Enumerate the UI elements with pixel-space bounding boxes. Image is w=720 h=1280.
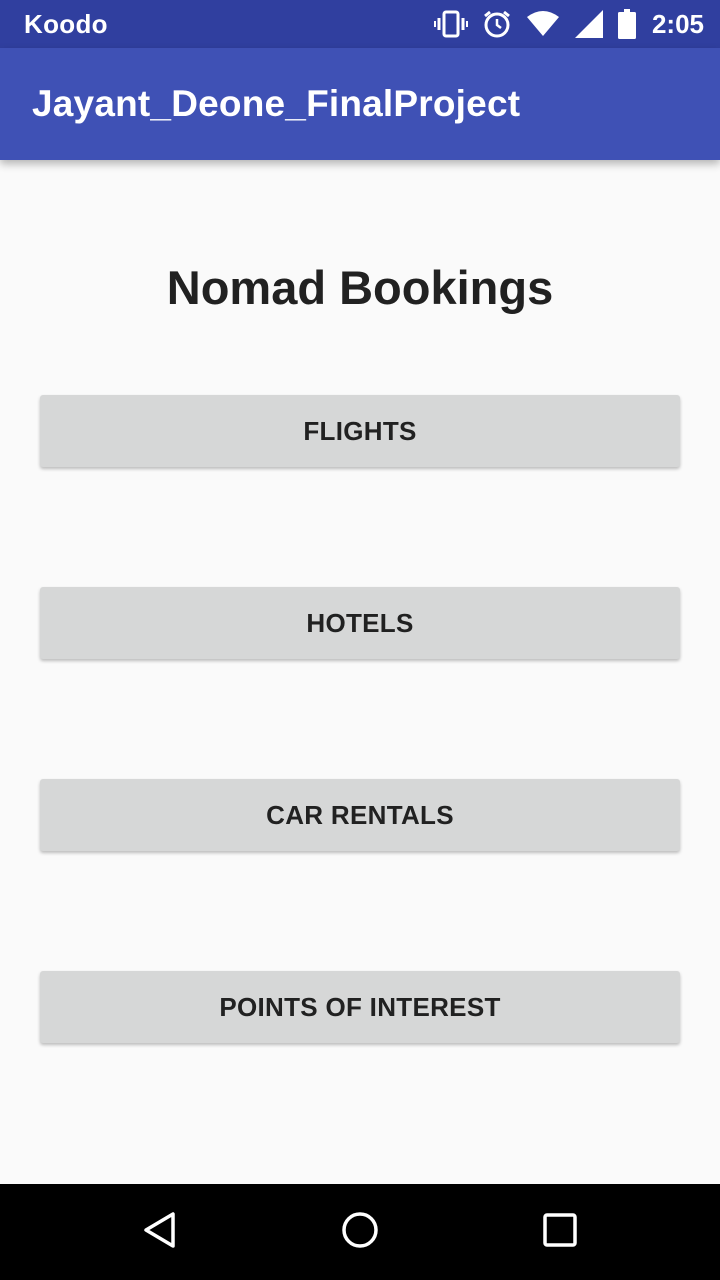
recents-icon [542,1212,578,1253]
app-title: Jayant_Deone_FinalProject [32,83,521,124]
clock: 2:05 [651,8,704,39]
hotels-button[interactable]: HOTELS [40,587,680,659]
status-icons: 2:05 [433,8,704,40]
recents-button[interactable] [536,1208,584,1256]
carrier-name: Koodo [24,8,108,39]
vibrate-icon [433,10,468,38]
page-title: Nomad Bookings [166,261,554,314]
home-button[interactable] [336,1208,384,1256]
wifi-icon [526,11,560,37]
flights-button[interactable]: FLIGHTS [40,395,680,467]
battery-icon [617,9,636,39]
car-rentals-button[interactable]: CAR RENTALS [40,779,680,851]
status-bar: Koodo 2:05 [0,0,720,48]
main-content: Nomad Bookings FLIGHTS HOTELS CAR RENTAL… [0,160,720,1184]
home-icon [340,1210,380,1255]
cell-signal-icon [574,9,604,39]
points-of-interest-button[interactable]: POINTS OF INTEREST [40,971,680,1043]
back-button[interactable] [136,1208,184,1256]
back-icon [140,1210,180,1255]
navigation-bar [0,1184,720,1280]
app-bar: Jayant_Deone_FinalProject [0,48,720,160]
alarm-icon [482,9,512,39]
